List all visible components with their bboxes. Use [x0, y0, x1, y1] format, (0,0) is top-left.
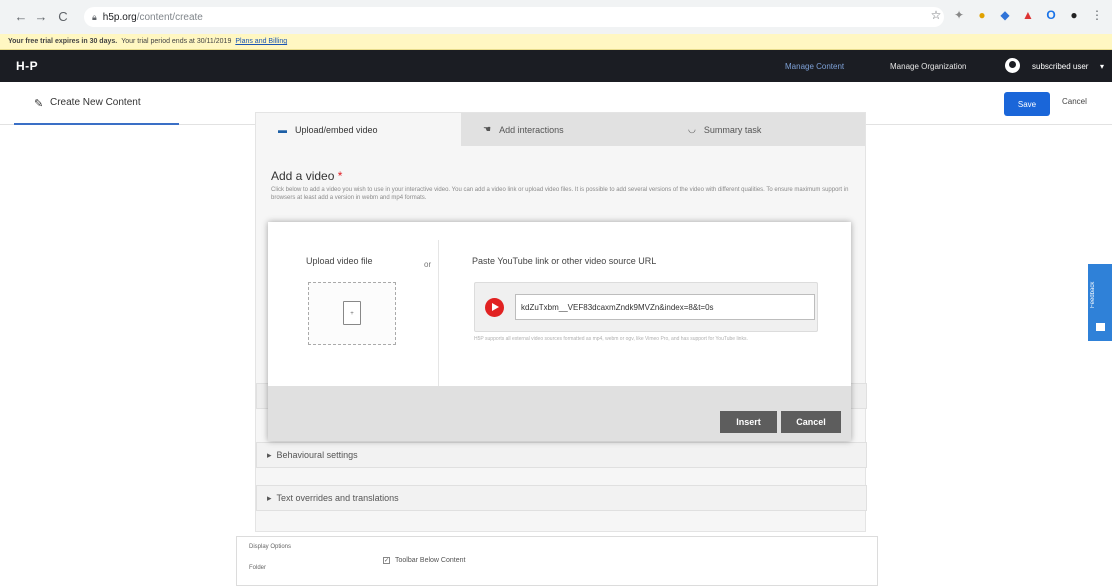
trial-text: Your trial period ends at 30/11/2019: [121, 38, 232, 45]
editor-tabs: ▬ Upload/embed video ☚ Add interactions …: [256, 113, 865, 146]
chevron-right-icon: ▸: [267, 449, 272, 460]
extension-icon[interactable]: O: [1044, 8, 1058, 22]
required-mark: *: [337, 169, 343, 183]
pencil-icon: ✎: [34, 98, 44, 110]
extension-icon[interactable]: ◆: [998, 8, 1012, 22]
trial-bold-text: Your free trial expires in 30 days.: [8, 38, 118, 45]
dialog-cancel-button[interactable]: Cancel: [781, 411, 841, 433]
text-overrides-translations[interactable]: ▸ Text overrides and translations: [256, 485, 867, 511]
star-icon[interactable]: ☆: [929, 8, 943, 22]
extension-icon[interactable]: ✦: [952, 8, 966, 22]
text-overrides-label: Text overrides and translations: [276, 493, 399, 503]
checkbox-checked-icon: ✓: [383, 557, 390, 564]
back-icon[interactable]: ←: [10, 9, 32, 24]
display-options-panel: Display Options Folder ✓ Toolbar Below C…: [236, 536, 878, 586]
divider: [438, 240, 439, 390]
add-video-help-text: Click below to add a video you wish to u…: [271, 187, 849, 201]
behavioural-settings-label: Behavioural settings: [276, 450, 358, 460]
user-icon[interactable]: [1005, 58, 1020, 73]
add-video-dialog: Upload video file or + Paste YouTube lin…: [268, 222, 851, 441]
cancel-button[interactable]: Cancel: [1062, 97, 1087, 106]
toolbar-below-content-label: Toolbar Below Content: [395, 557, 466, 564]
save-button[interactable]: Save: [1004, 92, 1050, 116]
address-bar[interactable]: 🔒︎ h5p.org /content/create: [84, 7, 944, 27]
add-video-heading: Add a video *: [271, 169, 342, 183]
kebab-menu-icon[interactable]: ⋮: [1090, 8, 1104, 22]
hand-icon: ☚: [483, 124, 492, 134]
video-url-input[interactable]: [515, 294, 815, 320]
top-navigation: H-P Manage Content Manage Organization s…: [0, 50, 1112, 82]
active-tab-indicator: [14, 123, 179, 125]
tab-label: Add interactions: [499, 124, 564, 135]
paste-url-label: Paste YouTube link or other video source…: [472, 256, 657, 266]
tab-upload-embed-video[interactable]: ▬ Upload/embed video: [256, 113, 461, 146]
page-title: Create New Content: [50, 97, 141, 108]
supported-sources-note: H5P supports all external video sources …: [474, 336, 748, 342]
add-video-title: Add a video: [271, 169, 335, 183]
toolbar-below-content-checkbox[interactable]: ✓ Toolbar Below Content: [383, 557, 465, 564]
nav-manage-organization[interactable]: Manage Organization: [890, 62, 967, 71]
trial-banner: Your free trial expires in 30 days. Your…: [0, 34, 1112, 50]
display-options-label: Display Options: [249, 544, 292, 550]
folder-label: Folder: [249, 565, 267, 571]
tab-label: Summary task: [703, 124, 762, 135]
feedback-icon: [1096, 323, 1105, 331]
chevron-down-icon[interactable]: ▾: [1100, 62, 1104, 71]
upload-dropzone[interactable]: +: [308, 282, 396, 345]
extension-icon[interactable]: ●: [975, 8, 989, 22]
tab-summary-task[interactable]: ◡ Summary task: [666, 113, 865, 146]
browser-toolbar: ← → C 🔒︎ h5p.org /content/create ☆ ✦ ● ◆…: [0, 0, 1112, 34]
upload-video-label: Upload video file: [306, 256, 373, 266]
feedback-tab[interactable]: Feedback: [1088, 264, 1112, 341]
url-field-container: [474, 282, 818, 332]
profile-icon[interactable]: ●: [1067, 8, 1081, 22]
dialog-footer: Insert Cancel: [268, 386, 851, 441]
file-upload-icon: +: [343, 301, 361, 325]
feedback-label: Feedback: [1090, 281, 1096, 309]
lock-icon: 🔒︎: [92, 11, 97, 22]
brand-logo[interactable]: H-P: [16, 59, 38, 73]
tab-label: Upload/embed video: [295, 124, 378, 135]
nav-manage-content[interactable]: Manage Content: [785, 62, 844, 71]
extension-icon[interactable]: ▲: [1021, 8, 1035, 22]
or-separator: or: [424, 260, 432, 269]
extensions-row: ☆ ✦ ● ◆ ▲ O ● ⋮: [929, 8, 1104, 22]
summary-icon: ◡: [688, 124, 696, 134]
chevron-right-icon: ▸: [267, 492, 272, 503]
plans-billing-link[interactable]: Plans and Billing: [235, 38, 287, 45]
url-host: h5p.org: [102, 11, 137, 23]
tab-add-interactions[interactable]: ☚ Add interactions: [461, 113, 666, 146]
insert-button[interactable]: Insert: [720, 411, 777, 433]
reload-icon[interactable]: C: [52, 9, 74, 24]
video-icon: ▬: [278, 124, 287, 135]
behavioural-settings[interactable]: ▸ Behavioural settings: [256, 442, 867, 468]
youtube-play-icon: [485, 298, 504, 317]
forward-icon[interactable]: →: [30, 9, 52, 24]
user-menu[interactable]: subscribed user: [1032, 62, 1088, 71]
url-path: /content/create: [136, 11, 203, 23]
